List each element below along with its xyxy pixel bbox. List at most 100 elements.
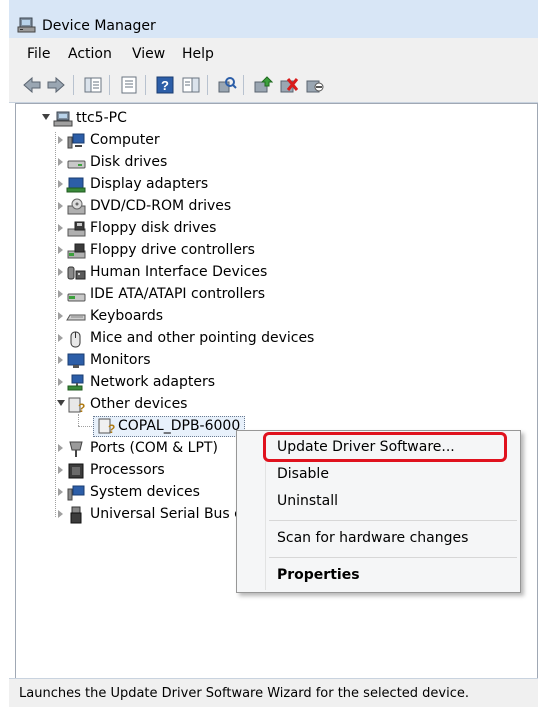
tree-connector [55,132,56,517]
tree-item-display-adapters[interactable]: Display adapters [58,175,318,195]
expand-arrow-icon[interactable] [58,224,63,232]
menu-file[interactable]: File [25,46,52,62]
tree-root-label: ttc5-PC [76,110,127,126]
tree-item-label: Floppy drive controllers [90,242,255,258]
help-icon[interactable]: ? [155,76,175,94]
tree-item-usb-controllers[interactable]: Universal Serial Bus c [58,505,242,525]
mouse-icon [70,331,81,348]
tree-connector [78,426,92,427]
status-text: Launches the Update Driver Software Wiza… [19,686,470,701]
other-devices-icon: ? [68,397,85,414]
usb-icon [70,506,82,524]
forward-icon[interactable] [46,76,66,94]
tree-item-label: Monitors [90,352,151,368]
collapse-arrow-icon[interactable] [42,114,50,120]
monitor-icon [67,353,85,368]
tree-item-label: Human Interface Devices [90,264,268,280]
computer-root-icon [53,111,73,127]
menu-item-disable[interactable]: Disable [277,466,329,482]
expand-arrow-icon[interactable] [58,180,63,188]
scan-hardware-icon[interactable] [217,76,237,94]
update-driver-icon[interactable] [253,76,273,94]
uninstall-icon[interactable] [279,76,299,94]
expand-arrow-icon[interactable] [58,136,63,144]
menu-separator [269,520,517,521]
expand-arrow-icon[interactable] [58,444,63,452]
collapse-arrow-icon[interactable] [57,400,65,406]
status-bar: Launches the Update Driver Software Wiza… [9,678,538,707]
svg-text:?: ? [78,401,85,414]
tree-item-label: Floppy disk drives [90,220,217,236]
expand-arrow-icon[interactable] [58,312,63,320]
expand-arrow-icon[interactable] [58,290,63,298]
tree-item-dvd-cdrom-drives[interactable]: DVD/CD-ROM drives [58,197,318,217]
expand-arrow-icon[interactable] [58,268,63,276]
tree-item-ide-ata-atapi-controllers[interactable]: IDE ATA/ATAPI controllers [58,285,318,305]
floppy-drive-icon [67,221,86,237]
tree-item-monitors[interactable]: Monitors [58,351,318,371]
toolbar-separator [145,75,146,95]
properties-icon[interactable] [119,76,139,94]
tree-item-keyboards[interactable]: Keyboards [58,307,318,327]
menu-separator [269,557,517,558]
expand-arrow-icon[interactable] [58,246,63,254]
back-icon[interactable] [22,76,42,94]
tree-item-label: Network adapters [90,374,215,390]
tree-item-label: Computer [90,132,160,148]
action-pane-icon[interactable] [181,76,201,94]
network-adapter-icon [67,374,84,391]
expand-arrow-icon[interactable] [58,510,63,518]
tree-item-other-devices[interactable]: ? Other devices [57,395,318,415]
menu-item-uninstall[interactable]: Uninstall [277,493,338,509]
tree-item-label: Universal Serial Bus c [90,506,242,522]
menu-item-scan-hardware[interactable]: Scan for hardware changes [277,530,468,546]
computer-icon [67,133,85,149]
tree-item-floppy-drive-controllers[interactable]: Floppy drive controllers [58,241,318,261]
tree-item-label: Keyboards [90,308,164,324]
tree-item-label: System devices [90,484,200,500]
tree-root[interactable]: ttc5-PC [36,109,236,129]
menu-item-properties[interactable]: Properties [277,567,360,583]
tree-item-label: IDE ATA/ATAPI controllers [90,286,266,302]
expand-arrow-icon[interactable] [58,334,63,342]
menu-action[interactable]: Action [66,46,114,62]
tree-item-label: Mice and other pointing devices [90,330,315,346]
device-manager-icon [17,17,36,33]
menu-view[interactable]: View [130,46,167,62]
tree-item-mice[interactable]: Mice and other pointing devices [58,329,338,349]
ide-controller-icon [67,293,86,302]
menu-help[interactable]: Help [180,46,216,62]
tree-item-disk-drives[interactable]: Disk drives [58,153,318,173]
keyboard-icon [66,314,86,321]
floppy-controller-icon [67,243,86,259]
unknown-device-icon: ? [98,418,115,435]
svg-text:?: ? [108,422,115,435]
disk-drive-icon [67,160,86,169]
expand-arrow-icon[interactable] [58,466,63,474]
tree-item-network-adapters[interactable]: Network adapters [58,373,318,393]
tree-item-label: DVD/CD-ROM drives [90,198,232,214]
processor-icon [68,463,84,479]
expand-arrow-icon[interactable] [58,488,63,496]
tree-item-floppy-disk-drives[interactable]: Floppy disk drives [58,219,318,239]
disable-icon[interactable] [305,76,325,94]
port-icon [69,441,83,457]
toolbar-separator [243,75,244,95]
tree-item-computer[interactable]: Computer [58,131,318,151]
expand-arrow-icon[interactable] [58,202,63,210]
copal-device-label: COPAL_DPB-6000 [118,418,241,434]
expand-arrow-icon[interactable] [58,378,63,386]
device-manager-window: Device Manager File Action View Help ? t… [9,0,538,707]
window-title: Device Manager [42,18,156,34]
show-hide-tree-icon[interactable] [83,76,103,94]
tree-item-label: Disk drives [90,154,168,170]
hid-icon [67,266,86,280]
tree-item-label: Other devices [90,396,188,412]
system-devices-icon [67,485,85,501]
toolbar-separator [207,75,208,95]
tree-item-label: Ports (COM & LPT) [90,440,218,456]
tree-item-human-interface-devices[interactable]: Human Interface Devices [58,263,318,283]
expand-arrow-icon[interactable] [58,158,63,166]
highlight-annotation [263,432,507,462]
expand-arrow-icon[interactable] [58,356,63,364]
